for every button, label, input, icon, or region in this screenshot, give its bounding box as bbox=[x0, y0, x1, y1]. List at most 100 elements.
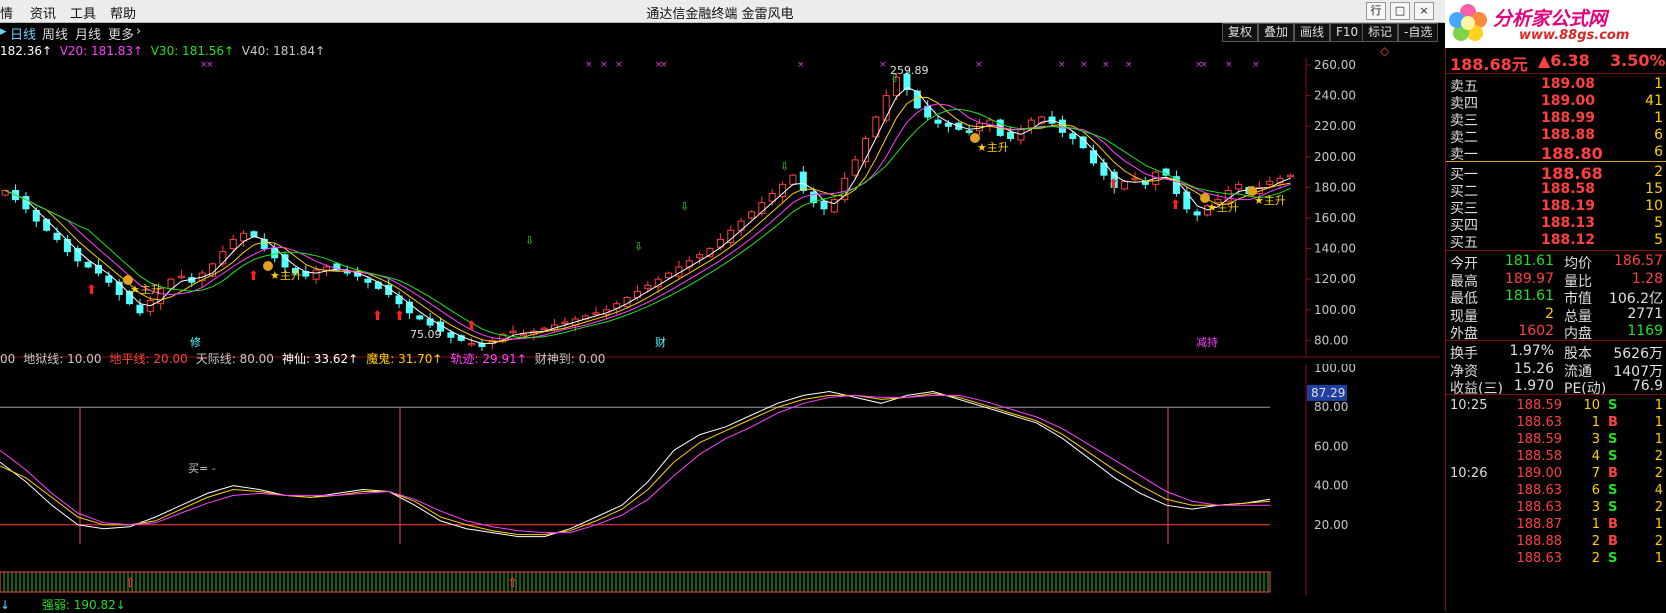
tick-volume: 7 bbox=[1591, 466, 1600, 481]
stat-value: 181.61 bbox=[1505, 288, 1554, 304]
bid-row[interactable]: 买二 188.58 15 bbox=[1446, 181, 1666, 200]
price-chart[interactable]: 260.00 240.00 220.00 200.00 180.00 160.00 140.… bbox=[0, 58, 1440, 358]
tick-count: 2 bbox=[1654, 500, 1663, 515]
stat-value: 189.97 bbox=[1505, 270, 1554, 287]
mark-button[interactable]: 标记 bbox=[1362, 23, 1399, 42]
tick-row: 188.58 4 S 2 bbox=[1446, 449, 1666, 465]
sign-mid: 财 bbox=[655, 335, 666, 349]
tick-side: B bbox=[1608, 517, 1618, 532]
tick-row: 188.63 3 S 2 bbox=[1446, 500, 1666, 516]
tick-volume: 2 bbox=[1591, 534, 1600, 549]
price-axis-label: 160.00 bbox=[1314, 211, 1356, 225]
candle bbox=[323, 266, 330, 271]
stat-row: 净资 15.26 流通 1407万 bbox=[1446, 361, 1666, 380]
sell-arrow-icon: ⇩ bbox=[890, 72, 899, 85]
ma-line-1 bbox=[4, 97, 1291, 343]
main-up-label: ★主升 bbox=[1207, 201, 1239, 214]
tick-row: 188.63 2 S 1 bbox=[1446, 551, 1666, 567]
ask-volume: 1 bbox=[1654, 76, 1663, 92]
f10-button[interactable]: F10 bbox=[1330, 23, 1365, 42]
period-tab-bar: ▸ 日线 周线 月线 更多 › 复权 叠加 画线 F10 标记 -自选 bbox=[0, 23, 1440, 43]
candle bbox=[789, 174, 797, 185]
ma40-value: V40: 181.84↑ bbox=[241, 44, 326, 58]
tab-more[interactable]: 更多 bbox=[108, 24, 134, 43]
quote-window-button[interactable]: 行 bbox=[1366, 2, 1386, 20]
tick-time: 10:26 bbox=[1450, 466, 1488, 481]
sell-arrow-icon: ⇩ bbox=[680, 200, 689, 213]
window-title: 通达信金融终端 金雷风电 bbox=[646, 7, 794, 22]
candle bbox=[364, 278, 372, 283]
signal-marker: × bbox=[975, 60, 983, 70]
tick-row: 188.63 1 B 1 bbox=[1446, 415, 1666, 431]
stat-value: 2 bbox=[1545, 305, 1554, 322]
ask-volume: 41 bbox=[1645, 93, 1663, 109]
sign-left: 修 bbox=[190, 335, 201, 349]
indicator-axis-label: 20.00 bbox=[1314, 518, 1348, 532]
price-axis-label: 260.00 bbox=[1314, 58, 1356, 72]
watchlist-button[interactable]: -自选 bbox=[1398, 23, 1439, 42]
candle bbox=[1079, 136, 1087, 149]
tick-count: 1 bbox=[1654, 432, 1663, 447]
chevron-right-icon[interactable]: › bbox=[136, 24, 141, 39]
tick-side: S bbox=[1608, 432, 1618, 447]
bid-row[interactable]: 买三 188.19 10 bbox=[1446, 198, 1666, 217]
tick-side: S bbox=[1608, 398, 1618, 413]
strength-value: 强弱: 190.82↓ bbox=[41, 598, 126, 612]
settings-icon[interactable]: ◇ bbox=[1380, 44, 1389, 58]
signal-marker: × bbox=[1252, 60, 1260, 70]
ma-legend: 182.36↑ V20: 181.83↑ V30: 181.56↑ V40: 1… bbox=[0, 44, 1389, 58]
tick-count: 1 bbox=[1654, 415, 1663, 430]
candle bbox=[136, 304, 144, 314]
indicator-chart[interactable]: 100.00 80.00 60.00 40.00 20.00 87.29 买= - ⇧ ⇧ bbox=[0, 364, 1440, 596]
ask-price: 189.00 bbox=[1541, 93, 1596, 109]
tick-row: 188.63 6 S 4 bbox=[1446, 483, 1666, 499]
tick-price: 189.00 bbox=[1516, 466, 1563, 481]
tab-daily[interactable]: 日线 bbox=[10, 24, 36, 43]
tick-time: 10:25 bbox=[1450, 398, 1488, 413]
sign-right: 减持 bbox=[1196, 335, 1218, 349]
candle bbox=[1069, 133, 1077, 139]
draw-line-button[interactable]: 画线 bbox=[1294, 23, 1331, 42]
ask-row[interactable]: 卖二 188.88 6 bbox=[1446, 127, 1666, 146]
buy-arrow-icon: ⬆ bbox=[1170, 198, 1181, 213]
stat-value: 1.97% bbox=[1509, 343, 1554, 359]
ma30-value: V30: 181.56↑ bbox=[150, 44, 235, 58]
candle bbox=[1224, 189, 1232, 202]
candle bbox=[1235, 183, 1243, 190]
ask-row[interactable]: 卖一 188.80 6 bbox=[1446, 144, 1666, 163]
tab-weekly[interactable]: 周线 bbox=[42, 24, 68, 43]
restore-rights-button[interactable]: 复权 bbox=[1222, 23, 1259, 42]
close-button[interactable]: × bbox=[1414, 2, 1434, 20]
tick-volume: 3 bbox=[1591, 500, 1600, 515]
candle bbox=[519, 333, 527, 337]
price-axis-label: 80.00 bbox=[1314, 333, 1348, 347]
ask-row[interactable]: 卖三 188.99 1 bbox=[1446, 110, 1666, 129]
bid-row[interactable]: 买一 188.68 2 bbox=[1446, 164, 1666, 183]
stat-value: 1.970 bbox=[1513, 378, 1554, 394]
bid-price: 188.19 bbox=[1541, 198, 1596, 214]
ask-row[interactable]: 卖五 189.08 1 bbox=[1446, 76, 1666, 95]
price-change: ▲6.38 bbox=[1538, 51, 1590, 70]
tick-volume: 10 bbox=[1583, 398, 1600, 413]
tick-row: 188.59 3 S 1 bbox=[1446, 432, 1666, 448]
tab-monthly[interactable]: 月线 bbox=[75, 24, 101, 43]
bid-label: 买五 bbox=[1450, 235, 1478, 251]
bid-volume: 5 bbox=[1654, 215, 1663, 231]
candle bbox=[944, 122, 952, 127]
candle bbox=[312, 269, 320, 280]
stat-row: 外盘 1602 内盘 1169 bbox=[1446, 323, 1666, 342]
maximize-button[interactable]: □ bbox=[1390, 2, 1410, 20]
ask-price: 188.88 bbox=[1541, 127, 1596, 143]
bottom-legend: ↓ 强弱: 190.82↓ bbox=[0, 596, 126, 613]
signal-marker: × bbox=[1080, 60, 1088, 70]
current-value-text: 87.29 bbox=[1311, 386, 1345, 400]
bid-row[interactable]: 买五 188.12 5 bbox=[1446, 232, 1666, 251]
candle bbox=[592, 312, 600, 315]
sell-arrow-icon: ⇩ bbox=[525, 234, 534, 247]
candle bbox=[447, 332, 455, 338]
main-up-label: ★主升 bbox=[1254, 194, 1286, 207]
overlay-button[interactable]: 叠加 bbox=[1258, 23, 1295, 42]
ask-row[interactable]: 卖四 189.00 41 bbox=[1446, 93, 1666, 112]
ask-price: 189.08 bbox=[1541, 76, 1596, 92]
bid-row[interactable]: 买四 188.13 5 bbox=[1446, 215, 1666, 234]
